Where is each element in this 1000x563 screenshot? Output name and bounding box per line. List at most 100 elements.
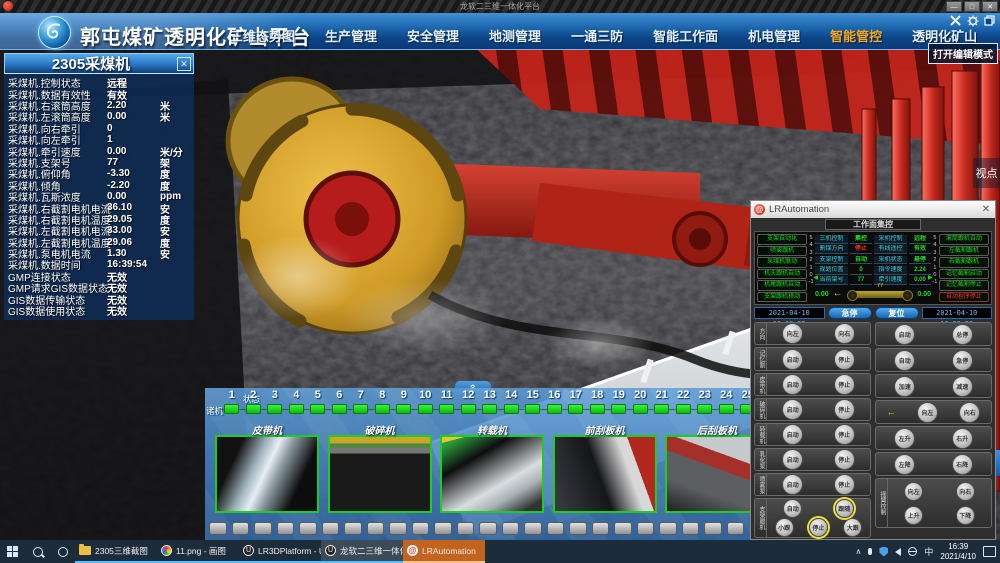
restore-window-icon[interactable] — [983, 14, 996, 27]
control-button[interactable]: 启动 — [782, 424, 803, 445]
filmstrip-cell[interactable] — [322, 522, 340, 535]
control-button[interactable]: 向右 — [959, 402, 980, 423]
control-button[interactable]: 总停 — [952, 324, 973, 345]
nav-item-6[interactable]: 机电管理 — [748, 26, 800, 45]
speaker-icon[interactable] — [895, 548, 901, 556]
filmstrip-cell[interactable] — [367, 522, 385, 535]
control-button[interactable]: 下降 — [956, 506, 975, 525]
filmstrip-cell[interactable] — [479, 522, 497, 535]
filmstrip-cell[interactable] — [412, 522, 430, 535]
taskbar-item-1[interactable]: 11.png - 画图 — [157, 540, 239, 563]
taskbar-item-2[interactable]: ULR3DPlatform - U... — [239, 540, 321, 563]
reset-button[interactable]: 复位 — [875, 307, 919, 319]
control-button[interactable]: 跟随 — [835, 499, 854, 518]
filmstrip-cell[interactable] — [299, 522, 317, 535]
control-button[interactable]: 向右 — [956, 482, 975, 501]
control-button[interactable]: 左降 — [894, 454, 915, 475]
control-button[interactable]: 向右 — [834, 323, 855, 344]
automation-func-button[interactable]: 记忆截割停止 — [939, 280, 989, 291]
filmstrip-cell[interactable] — [209, 522, 227, 535]
nav-item-7[interactable]: 智能管控 — [830, 26, 882, 45]
control-button[interactable]: 停止 — [834, 374, 855, 395]
filmstrip-cell[interactable] — [524, 522, 542, 535]
lrautomation-titlebar[interactable]: @ LRAutomation ✕ — [751, 201, 995, 218]
control-button[interactable]: 停止 — [834, 474, 855, 495]
control-button[interactable]: 向左 — [782, 323, 803, 344]
filmstrip-cell[interactable] — [592, 522, 610, 535]
automation-func-button[interactable]: 支架跟机移动 — [757, 292, 807, 303]
filmstrip-cell[interactable] — [614, 522, 632, 535]
close-button[interactable]: ✕ — [982, 1, 998, 12]
filmstrip-cell[interactable] — [344, 522, 362, 535]
gear-icon[interactable] — [966, 14, 979, 27]
automation-func-button[interactable]: 采煤机联动 — [757, 257, 807, 268]
control-button[interactable]: 停止 — [809, 518, 828, 537]
taskbar-clock[interactable]: 16:39 2021/4/10 — [940, 542, 976, 562]
network-icon[interactable] — [908, 547, 917, 556]
filmstrip-cell[interactable] — [457, 522, 475, 535]
filmstrip-cell[interactable] — [547, 522, 565, 535]
control-button[interactable]: 启动 — [782, 474, 803, 495]
nav-item-0[interactable]: 三维态势图 — [230, 26, 295, 45]
chevron-up-icon[interactable]: ∧ — [856, 547, 862, 556]
nav-item-1[interactable]: 生产管理 — [325, 26, 377, 45]
filmstrip-cell[interactable] — [389, 522, 407, 535]
control-button[interactable]: 启动 — [894, 324, 915, 345]
microphone-icon[interactable] — [868, 548, 872, 555]
automation-func-button[interactable]: 右截割跟机 — [939, 257, 989, 268]
automation-func-button[interactable]: 机尾跟机自动 — [757, 280, 807, 291]
security-shield-icon[interactable] — [879, 547, 888, 557]
automation-func-button[interactable]: 记忆截割启动 — [939, 269, 989, 280]
automation-func-button[interactable]: 机头跟机自动 — [757, 269, 807, 280]
control-button[interactable]: 左升 — [894, 428, 915, 449]
filmstrip-cell[interactable] — [659, 522, 677, 535]
filmstrip-cell[interactable] — [727, 522, 745, 535]
control-button[interactable]: 启动 — [782, 349, 803, 370]
control-button[interactable]: 向左 — [917, 402, 938, 423]
camera-thumb[interactable] — [553, 435, 657, 513]
control-button[interactable]: 停止 — [834, 424, 855, 445]
emergency-stop-button[interactable]: 急停 — [828, 307, 872, 319]
filmstrip-cell[interactable] — [277, 522, 295, 535]
control-button[interactable]: 停止 — [834, 449, 855, 470]
control-button[interactable]: 启动 — [782, 374, 803, 395]
automation-func-button[interactable]: 支架自动化 — [757, 234, 807, 245]
taskbar-item-3[interactable]: U龙软二三维一体化... — [321, 540, 403, 563]
nav-item-5[interactable]: 智能工作面 — [653, 26, 718, 45]
notification-center-icon[interactable] — [983, 546, 996, 557]
control-button[interactable]: 停止 — [834, 399, 855, 420]
automation-stop-button[interactable]: 自动程序停止 — [939, 292, 989, 303]
filmstrip-cell[interactable] — [434, 522, 452, 535]
control-button[interactable]: 加速 — [894, 376, 915, 397]
control-button[interactable]: 右升 — [952, 428, 973, 449]
control-button[interactable]: 大跟 — [843, 518, 862, 537]
camera-thumb[interactable] — [328, 435, 432, 513]
automation-func-button[interactable]: 喷雾跟机 — [757, 246, 807, 257]
search-button[interactable] — [25, 540, 50, 563]
control-button[interactable]: 启动 — [782, 399, 803, 420]
camera-thumb[interactable] — [440, 435, 544, 513]
control-button[interactable]: 启动 — [782, 449, 803, 470]
control-button[interactable]: 急停 — [952, 350, 973, 371]
minimize-button[interactable]: — — [946, 1, 962, 12]
close-icon[interactable]: ✕ — [980, 204, 992, 215]
close-icon[interactable]: ✕ — [177, 57, 191, 71]
ime-indicator[interactable]: 中 — [924, 545, 933, 558]
automation-func-button[interactable]: 左截割跟机 — [939, 246, 989, 257]
open-edit-mode-button[interactable]: 打开编辑模式 — [928, 43, 998, 64]
camera-thumb[interactable] — [215, 435, 319, 513]
filmstrip-cell[interactable] — [682, 522, 700, 535]
filmstrip-cell[interactable] — [637, 522, 655, 535]
control-button[interactable]: 小跟 — [775, 518, 794, 537]
control-button[interactable]: 自动 — [894, 350, 915, 371]
control-button[interactable]: 向左 — [904, 482, 923, 501]
control-button[interactable]: 停止 — [834, 349, 855, 370]
viewpoint-tab[interactable]: 视点 — [973, 158, 1000, 188]
taskbar-item-4[interactable]: @LRAutomation — [403, 540, 485, 563]
filmstrip-cell[interactable] — [232, 522, 250, 535]
start-button[interactable] — [0, 540, 25, 563]
nav-item-4[interactable]: 一通三防 — [571, 26, 623, 45]
maximize-button[interactable]: □ — [964, 1, 980, 12]
tools-icon[interactable] — [949, 14, 962, 27]
filmstrip-cell[interactable] — [569, 522, 587, 535]
